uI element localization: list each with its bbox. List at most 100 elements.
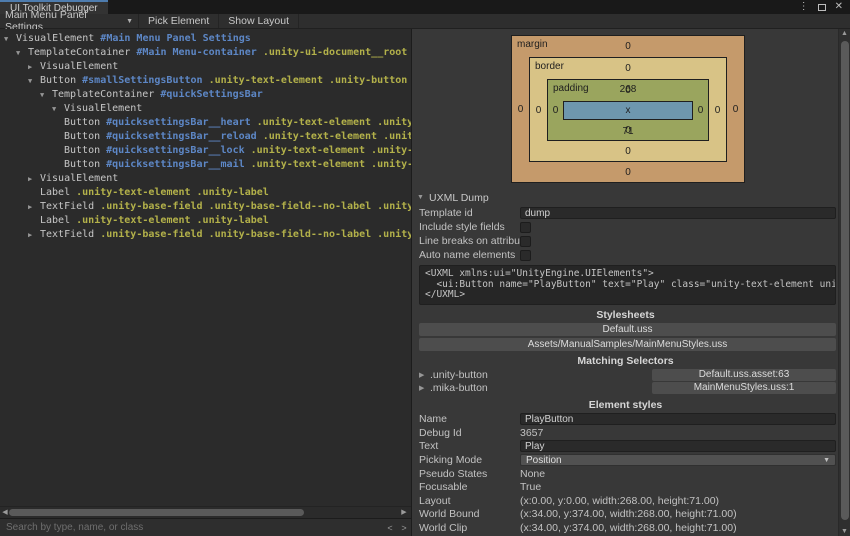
tree-row[interactable]: Button #quicksettingsBar__heart .unity-t… [0, 116, 411, 130]
collapse-icon[interactable]: ▼ [4, 32, 16, 46]
tree-row[interactable]: ▶VisualElement [0, 172, 411, 186]
element-tree: ▼VisualElement #Main Menu Panel Settings… [0, 29, 411, 506]
style-row-world-bound: World Bound(x:34.00, y:374.00, width:268… [419, 508, 836, 522]
box-model-padding: padding 0 0 268 x 71 [547, 79, 709, 141]
element-classes: .unity-text-element .unity-label [70, 187, 269, 198]
uxml-code-block[interactable]: <UXML xmlns:ui="UnityEngine.UIElements">… [419, 265, 836, 305]
padding-top-value: 0 [625, 85, 631, 96]
collapse-icon[interactable]: ▼ [40, 88, 52, 102]
scroll-right-icon[interactable]: ▶ [399, 507, 409, 518]
close-icon[interactable]: ✕ [835, 0, 843, 14]
element-classes: .unity-text-element .unity-label [70, 215, 269, 226]
layout-label: Layout [419, 495, 520, 507]
tree-row[interactable]: Label .unity-text-element .unity-label [0, 186, 411, 200]
margin-right-value: 0 [727, 57, 744, 162]
element-type: Button [64, 117, 100, 128]
vertical-scrollbar[interactable]: ▲ ▼ [838, 29, 850, 536]
picking-mode-dropdown[interactable]: Position▼ [520, 454, 836, 466]
auto-name-checkbox[interactable] [520, 250, 531, 261]
tree-row[interactable]: ▶TextField .unity-base-field .unity-base… [0, 228, 411, 242]
show-layout-button[interactable]: Show Layout [218, 14, 299, 28]
style-row-pseudo-states: Pseudo StatesNone [419, 467, 836, 481]
ui-toolkit-debugger-window: UI Toolkit Debugger ⋮ ✕ Main Menu Panel … [0, 0, 850, 536]
element-classes: .unity-text-element .unity-button [251, 117, 411, 128]
scroll-down-icon[interactable]: ▼ [839, 528, 850, 535]
selector-name: .unity-button [430, 369, 488, 381]
maximize-icon[interactable] [818, 4, 826, 11]
border-right-value: 0 [709, 79, 726, 141]
style-row-picking-mode: Picking ModePosition▼ [419, 453, 836, 467]
pseudo-states-value: None [520, 468, 545, 480]
expand-icon[interactable]: ▶ [28, 60, 40, 74]
tree-row[interactable]: ▼TemplateContainer #quickSettingsBar [0, 88, 411, 102]
style-row-world-clip: World Clip(x:34.00, y:374.00, width:268.… [419, 521, 836, 535]
tree-row[interactable]: Label .unity-text-element .unity-label [0, 214, 411, 228]
expand-icon[interactable]: ▶ [419, 384, 430, 392]
tree-row[interactable]: Button #quicksettingsBar__reload .unity-… [0, 130, 411, 144]
focusable-label: Focusable [419, 481, 520, 493]
collapse-icon[interactable]: ▼ [28, 74, 40, 88]
template-id-input[interactable] [520, 207, 836, 219]
search-input[interactable] [0, 520, 383, 536]
stylesheet-item[interactable]: Assets/ManualSamples/MainMenuStyles.uss [419, 338, 836, 351]
line-breaks-checkbox[interactable] [520, 236, 531, 247]
expand-icon[interactable]: ▶ [419, 371, 430, 379]
collapse-icon[interactable]: ▼ [52, 102, 64, 116]
auto-name-row: Auto name elements [419, 248, 836, 262]
element-type: VisualElement [64, 103, 142, 114]
padding-label: padding [553, 83, 589, 94]
element-type: VisualElement [40, 173, 118, 184]
scroll-up-icon[interactable]: ▲ [839, 30, 850, 37]
element-classes: .unity-text-element .unity-button [257, 131, 411, 142]
debugger-toolbar: Main Menu Panel Settings ▼ Pick Element … [0, 14, 850, 29]
uxml-dump-title: UXML Dump [429, 192, 489, 204]
collapse-icon[interactable]: ▼ [417, 194, 429, 201]
selector-row: ▶.mika-buttonMainMenuStyles.uss:1 [419, 382, 836, 395]
search-next-button[interactable]: > [397, 519, 411, 536]
tree-row[interactable]: ▼TemplateContainer #Main Menu-container … [0, 46, 411, 60]
matching-selectors-list: ▶.unity-button Default.uss.asset:63▶.mika… [413, 369, 838, 395]
element-name: #quickSettingsBar [154, 89, 262, 100]
content-size-separator: x [626, 105, 631, 116]
tree-row[interactable]: Button #quicksettingsBar__lock .unity-te… [0, 144, 411, 158]
horizontal-scrollbar[interactable]: ◀ ▶ [0, 506, 411, 518]
border-left-value: 0 [530, 79, 547, 141]
focusable-value: True [520, 481, 541, 493]
border-label: border [535, 61, 564, 72]
name-input[interactable] [520, 413, 836, 425]
include-style-fields-checkbox[interactable] [520, 222, 531, 233]
pick-element-button[interactable]: Pick Element [138, 14, 218, 28]
kebab-menu-icon[interactable]: ⋮ [799, 0, 809, 14]
margin-left-value: 0 [512, 57, 529, 162]
search-prev-button[interactable]: < [383, 519, 397, 536]
name-label: Name [419, 413, 520, 425]
chevron-down-icon: ▼ [823, 457, 830, 464]
tree-row[interactable]: Button #quicksettingsBar__mail .unity-te… [0, 158, 411, 172]
selector-source-button[interactable]: MainMenuStyles.uss:1 [652, 382, 836, 394]
world-bound-label: World Bound [419, 508, 520, 520]
tree-row[interactable]: ▼VisualElement #Main Menu Panel Settings [0, 32, 411, 46]
expand-icon[interactable]: ▶ [28, 228, 40, 242]
selector-source-button[interactable]: Default.uss.asset:63 [652, 369, 836, 381]
stylesheet-item[interactable]: Default.uss [419, 323, 836, 336]
vertical-scrollbar-thumb[interactable] [841, 41, 849, 520]
pick-element-label: Pick Element [148, 15, 209, 27]
element-type: Button [64, 159, 100, 170]
margin-bottom-value: 0 [625, 167, 631, 178]
include-style-fields-row: Include style fields [419, 220, 836, 234]
text-input[interactable] [520, 440, 836, 452]
tree-row[interactable]: ▶TextField .unity-base-field .unity-base… [0, 200, 411, 214]
panel-selector-dropdown[interactable]: Main Menu Panel Settings ▼ [0, 14, 138, 28]
element-type: Button [64, 145, 100, 156]
element-classes: .unity-text-element .unity-button . [245, 159, 411, 170]
template-id-label: Template id [419, 207, 520, 219]
collapse-icon[interactable]: ▼ [16, 46, 28, 60]
expand-icon[interactable]: ▶ [28, 172, 40, 186]
tree-row[interactable]: ▶VisualElement [0, 60, 411, 74]
horizontal-scrollbar-thumb[interactable] [9, 509, 304, 516]
box-model: margin 0 0 border 0 0 [511, 35, 838, 183]
tree-row[interactable]: ▼VisualElement [0, 102, 411, 116]
expand-icon[interactable]: ▶ [28, 200, 40, 214]
uxml-dump-foldout[interactable]: ▼ UXML Dump [417, 191, 838, 204]
tree-row[interactable]: ▼Button #smallSettingsButton .unity-text… [0, 74, 411, 88]
